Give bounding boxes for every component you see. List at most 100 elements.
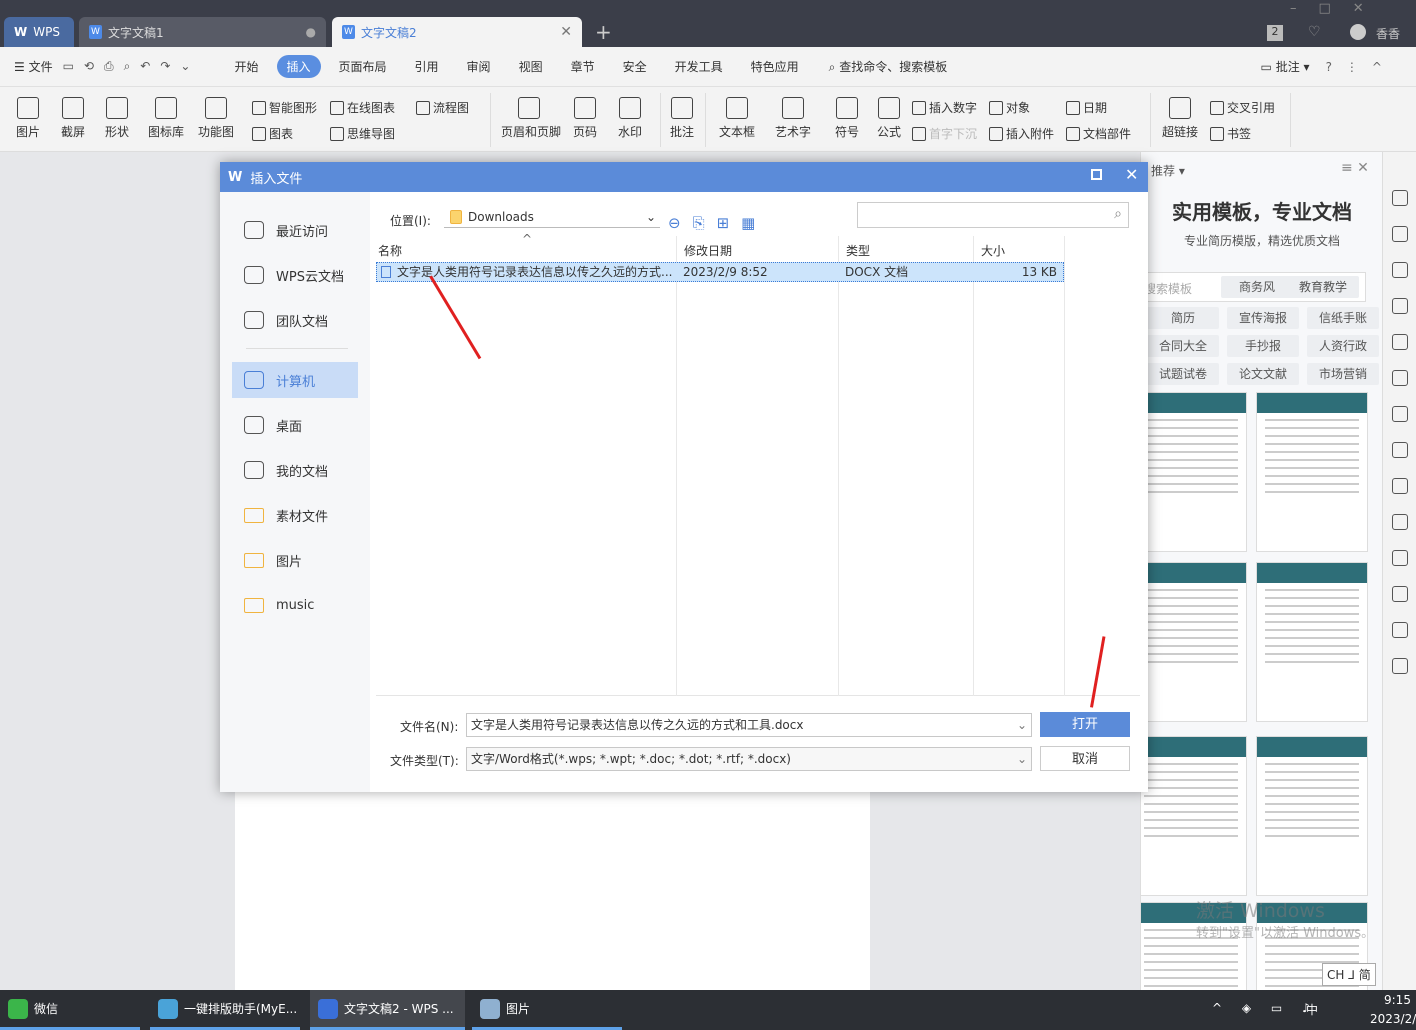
ribbon-button[interactable]: 形状 <box>89 97 145 140</box>
sidebar-item[interactable]: 素材文件 <box>232 497 358 533</box>
side-tool-icon[interactable] <box>1392 226 1408 242</box>
help-more-collapse[interactable]: ?⋮^ <box>1326 60 1396 74</box>
maximize-icon[interactable] <box>1091 169 1102 180</box>
sidebar-item[interactable]: 桌面 <box>232 407 358 443</box>
side-tool-icon[interactable] <box>1392 406 1408 422</box>
clock-date[interactable]: 2023/2/ <box>1370 1012 1416 1026</box>
side-tool-icon[interactable] <box>1392 586 1408 602</box>
location-dropdown[interactable]: Downloads ⌄ <box>444 206 660 228</box>
sidebar-item[interactable]: 最近访问 <box>232 212 358 248</box>
sidebar-item[interactable]: 团队文档 <box>232 302 358 338</box>
side-tool-icon[interactable] <box>1392 514 1408 530</box>
ribbon-button[interactable]: 功能图 <box>188 97 244 140</box>
template-thumbnail[interactable] <box>1256 736 1368 896</box>
side-tool-icon[interactable] <box>1392 478 1408 494</box>
sidebar-item[interactable]: 计算机 <box>232 362 358 398</box>
ribbon-button[interactable]: 批注 <box>654 97 710 140</box>
template-category-chip[interactable]: 简历 <box>1147 307 1219 329</box>
side-tool-icon[interactable] <box>1392 550 1408 566</box>
tab-document-2[interactable]: W 文字文稿2 ✕ <box>332 17 582 47</box>
wps-home-tab[interactable]: W WPS <box>4 17 74 47</box>
template-category-chip[interactable]: 合同大全 <box>1147 335 1219 357</box>
sidebar-item[interactable]: 图片 <box>232 542 358 578</box>
window-controls[interactable]: –□✕ <box>1290 1 1386 16</box>
user-name[interactable]: 香香 <box>1376 25 1400 42</box>
ribbon-small-button[interactable]: 在线图表 <box>330 99 395 116</box>
side-tool-icon[interactable] <box>1392 298 1408 314</box>
menu-tab[interactable]: 开始 <box>224 55 268 78</box>
menu-tab[interactable]: 审阅 <box>457 55 501 78</box>
side-tool-icon[interactable] <box>1392 262 1408 278</box>
ribbon-small-button[interactable]: 首字下沉 <box>912 125 977 142</box>
ribbon-small-button[interactable]: 思维导图 <box>330 125 395 142</box>
nav-buttons[interactable]: ⊖⎘⊞▦ <box>668 214 767 232</box>
ribbon-small-button[interactable]: 文档部件 <box>1066 125 1131 142</box>
menu-tab[interactable]: 插入 <box>276 55 321 78</box>
template-thumbnail[interactable] <box>1141 392 1247 552</box>
window-count-badge[interactable]: 2 <box>1267 25 1283 41</box>
comment-button[interactable]: ▭ 批注 ▾ <box>1261 58 1310 75</box>
ribbon-button[interactable]: 超链接 <box>1152 97 1208 140</box>
avatar[interactable] <box>1350 24 1366 40</box>
template-thumbnail[interactable] <box>1141 562 1247 722</box>
taskbar-app[interactable]: 微信 <box>0 990 140 1030</box>
template-category-chip[interactable]: 教育教学 <box>1287 276 1359 298</box>
ribbon-button[interactable]: 图标库 <box>138 97 194 140</box>
side-tool-icon[interactable] <box>1392 658 1408 674</box>
side-tool-icon[interactable] <box>1392 334 1408 350</box>
open-button[interactable]: 打开 <box>1040 712 1130 737</box>
menu-tab[interactable]: 页面布局 <box>329 55 397 78</box>
ribbon-small-button[interactable]: 图表 <box>252 125 293 142</box>
side-tool-icon[interactable] <box>1392 442 1408 458</box>
side-tool-icon[interactable] <box>1392 622 1408 638</box>
menu-tab[interactable]: 开发工具 <box>665 55 733 78</box>
sidebar-item[interactable]: 我的文档 <box>232 452 358 488</box>
ribbon-button[interactable]: 艺术字 <box>765 97 821 140</box>
search-input[interactable]: ⌕ <box>857 202 1129 228</box>
ribbon-small-button[interactable]: 智能图形 <box>252 99 317 116</box>
filename-input[interactable]: 文字是人类用符号记录表达信息以传之久远的方式和工具.docx ⌄ <box>466 713 1032 737</box>
menu-tab[interactable]: 视图 <box>509 55 553 78</box>
input-language[interactable]: 中 <box>1306 1001 1318 1018</box>
file-row[interactable]: 文字是人类用符号记录表达信息以传之久远的方式... 2023/2/9 8:52 … <box>376 262 1064 282</box>
ribbon-small-button[interactable]: 对象 <box>989 99 1030 116</box>
template-category-chip[interactable]: 人资行政 <box>1307 335 1379 357</box>
ime-indicator[interactable]: CH ⅃ 简 <box>1322 963 1376 986</box>
template-category-chip[interactable]: 手抄报 <box>1227 335 1299 357</box>
menu-tab[interactable]: 引用 <box>405 55 449 78</box>
template-category-chip[interactable]: 试题试卷 <box>1147 363 1219 385</box>
filetype-select[interactable]: 文字/Word格式(*.wps; *.wpt; *.doc; *.dot; *.… <box>466 747 1032 771</box>
panel-title[interactable]: 推荐 ▾ <box>1151 162 1185 179</box>
template-thumbnail[interactable] <box>1256 562 1368 722</box>
template-category-chip[interactable]: 信纸手账 <box>1307 307 1379 329</box>
template-thumbnail[interactable] <box>1256 392 1368 552</box>
column-name[interactable]: 名称 <box>378 242 402 259</box>
ribbon-button[interactable]: 文本框 <box>709 97 765 140</box>
ribbon-button[interactable]: 水印 <box>602 97 658 140</box>
menu-tab[interactable]: 章节 <box>561 55 605 78</box>
template-category-chip[interactable]: 商务风 <box>1221 276 1293 298</box>
menu-tab[interactable]: 安全 <box>613 55 657 78</box>
menu-tab[interactable]: 特色应用 <box>741 55 809 78</box>
template-category-chip[interactable]: 宣传海报 <box>1227 307 1299 329</box>
taskbar-app[interactable]: 一键排版助手(MyE... <box>150 990 300 1030</box>
taskbar-app[interactable]: 文字文稿2 - WPS ... <box>310 990 465 1030</box>
ribbon-small-button[interactable]: 书签 <box>1210 125 1251 142</box>
new-tab-button[interactable]: + <box>595 20 612 44</box>
ribbon-small-button[interactable]: 插入数字 <box>912 99 977 116</box>
sidebar-item[interactable]: music <box>232 587 358 623</box>
template-category-chip[interactable]: 论文文献 <box>1227 363 1299 385</box>
ribbon-button[interactable]: 页眉和页脚 <box>501 97 561 140</box>
document-page[interactable] <box>235 790 870 990</box>
column-size[interactable]: 大小 <box>981 242 1005 259</box>
panel-close-icon[interactable]: ≡ ✕ <box>1341 160 1369 176</box>
close-icon[interactable]: ✕ <box>1125 165 1138 184</box>
skin-icon[interactable]: ♡ <box>1308 24 1321 40</box>
tab-document-1[interactable]: W 文字文稿1 ● <box>79 17 326 47</box>
column-date[interactable]: 修改日期 <box>684 242 732 259</box>
side-tool-icon[interactable] <box>1392 190 1408 206</box>
template-thumbnail[interactable] <box>1141 736 1247 896</box>
quick-access-toolbar[interactable]: ▭⟲⎙⌕↶↷⌄ <box>63 59 201 74</box>
ribbon-small-button[interactable]: 交叉引用 <box>1210 99 1275 116</box>
system-tray[interactable]: ^ ◈ ▭ ♪ <box>1212 1001 1318 1015</box>
